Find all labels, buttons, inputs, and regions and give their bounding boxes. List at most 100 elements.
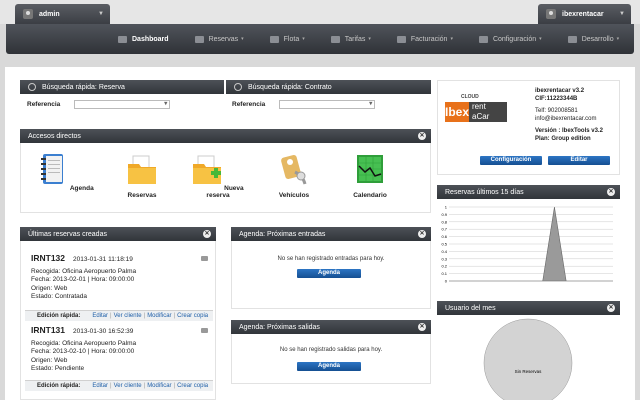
nav-label: Facturación: [410, 35, 448, 43]
reserva-fecha: Fecha: 2013-02-10 | Hora: 09:00:00: [31, 348, 135, 355]
tag-icon: [330, 35, 340, 43]
calendar-chart-icon: [357, 155, 383, 183]
usuario-mes-title: Usuario del mes: [445, 304, 496, 312]
search-contrato-label: Referencia: [232, 101, 266, 108]
reserva-fecha: Fecha: 2013-02-01 | Hora: 09:00:00: [31, 276, 135, 283]
nav-item-configuracin[interactable]: Configuración ▾: [478, 35, 542, 43]
agenda-salidas-button[interactable]: Agenda: [297, 362, 361, 371]
user-name: admin: [39, 10, 60, 18]
reserva-code: IRNT131: [31, 325, 66, 335]
car-fleet-icon: [269, 35, 279, 43]
link-editar[interactable]: Editar: [92, 313, 108, 319]
salidas-title: Agenda: Próximas salidas: [239, 323, 320, 331]
logo-rent-text: rent: [472, 102, 486, 111]
y-tick-label: 0.5: [441, 242, 447, 247]
quick-edit-label: Edición rápida:: [37, 313, 81, 319]
close-icon[interactable]: ✕: [607, 304, 615, 312]
nav-item-tarifas[interactable]: Tarifas ▾: [330, 35, 371, 43]
nav-label: Reservas: [208, 35, 239, 43]
shortcut-reservas[interactable]: Reservas: [112, 152, 172, 199]
comment-icon[interactable]: [201, 256, 208, 261]
nav-label: Configuración: [492, 35, 537, 43]
reservas-chart-title: Reservas últimos 15 días: [445, 188, 524, 196]
close-icon[interactable]: ✕: [418, 323, 426, 331]
reserva-item[interactable]: IRNT131 2013-01-30 16:52:39 Recogida: Ofi…: [31, 326, 211, 374]
accesos-header: Accesos directos ✕: [20, 129, 431, 143]
reserva-origen: Origen: Web: [31, 284, 68, 292]
chevron-down-icon: ▾: [539, 36, 542, 42]
reservas-chart-header: Reservas últimos 15 días ✕: [437, 185, 620, 199]
reserva-estado: Estado: Contratada: [31, 293, 88, 300]
main-navbar: Dashboard Reservas ▾ Flota ▾ Tarifas ▾ Facturac…: [6, 24, 634, 54]
reserva-recogida: Recogida: Oficina Aeropuerto Palma: [31, 267, 137, 275]
chevron-down-icon: ▾: [616, 36, 620, 42]
reserva-recogida: Recogida: Oficina Aeropuerto Palma: [31, 339, 137, 347]
logo-cloud-text: CLOUD: [461, 94, 479, 100]
salidas-body: [231, 334, 431, 384]
company-menu[interactable]: ibexrentacar ▼: [538, 4, 631, 24]
nav-item-reservas[interactable]: Reservas ▾: [194, 35, 244, 43]
y-tick-label: 0.1: [441, 271, 447, 276]
shortcut-calendario[interactable]: Calendario: [340, 152, 400, 199]
nav-item-facturacin[interactable]: Facturación ▾: [396, 35, 453, 43]
usuario-mes-pie-chart: Sin Reservas: [483, 318, 573, 400]
link-modificar[interactable]: Modificar: [147, 383, 171, 389]
reserva-origen: Origen: Web: [31, 356, 68, 364]
search-contrato-title: Búsqueda rápida: Contrato: [248, 83, 332, 91]
y-tick-label: 0.9: [441, 212, 447, 217]
search-reserva-select[interactable]: [74, 100, 171, 109]
link-ver-cliente[interactable]: Ver cliente: [114, 383, 142, 389]
code-icon: [567, 35, 577, 43]
gear-icon: [478, 35, 488, 43]
y-tick-label: 0: [445, 279, 448, 284]
accesos-title: Accesos directos: [28, 132, 81, 140]
chevron-down-icon: ▾: [241, 36, 244, 42]
search-contrato-row: Referencia: [232, 100, 376, 109]
nav-item-flota[interactable]: Flota ▾: [269, 35, 305, 43]
comment-icon[interactable]: [201, 328, 208, 333]
salidas-message: No se han registrado salidas para hoy.: [279, 347, 383, 353]
invoice-icon: [396, 35, 406, 43]
shortcut-label: Agenda: [69, 185, 94, 192]
company-tel: Telf: 902008581: [535, 108, 578, 114]
editar-button[interactable]: Editar: [548, 156, 610, 165]
company-version-line: Versión : IbexTools v3.2: [535, 128, 603, 134]
link-editar[interactable]: Editar: [92, 383, 108, 389]
shortcut-vehiculos[interactable]: Vehículos: [264, 152, 324, 199]
reserva-created: 2013-01-31 11:18:19: [73, 256, 133, 263]
pie-slice: [483, 318, 573, 400]
link-ver-cliente[interactable]: Ver cliente: [114, 313, 142, 319]
shortcut-agenda[interactable]: Agenda: [36, 152, 96, 192]
nav-item-desarrollo[interactable]: Desarrollo ▾: [567, 35, 620, 43]
chevron-down-icon: ▾: [302, 36, 305, 42]
close-icon[interactable]: ✕: [418, 230, 426, 238]
y-tick-label: 0.8: [441, 219, 447, 224]
user-menu[interactable]: admin ▼: [15, 4, 110, 24]
home-icon: [118, 35, 127, 43]
chevron-down-icon: ▾: [368, 36, 371, 42]
search-reserva-label: Referencia: [27, 101, 61, 108]
logo-rentacar: rent aCar: [469, 102, 507, 122]
reserva-created: 2013-01-30 16:52:39: [73, 328, 134, 335]
user-icon: [23, 9, 33, 19]
search-reserva-header: Búsqueda rápida: Reserva: [20, 80, 224, 94]
link-modificar[interactable]: Modificar: [147, 313, 171, 319]
search-contrato-select[interactable]: [279, 100, 376, 109]
shortcut-label: Reservas: [127, 192, 157, 199]
configuracion-button[interactable]: Configuración: [480, 156, 542, 165]
search-reserva-title: Búsqueda rápida: Reserva: [42, 83, 125, 91]
link-crear-copia[interactable]: Crear copia: [177, 313, 208, 319]
reserva-estado: Estado: Pendiente: [31, 365, 85, 372]
y-tick-label: 0.6: [441, 234, 447, 239]
company-plan: Plan: Group edition: [535, 135, 591, 142]
reserva-code: IRNT132: [31, 253, 66, 263]
y-tick-label: 0.4: [441, 249, 447, 254]
reserva-item[interactable]: IRNT132 2013-01-31 11:18:19 Recogida: Ofi…: [31, 254, 211, 302]
close-icon[interactable]: ✕: [418, 132, 426, 140]
link-crear-copia[interactable]: Crear copia: [177, 383, 208, 389]
agenda-entradas-button[interactable]: Agenda: [297, 269, 361, 278]
nav-item-dashboard[interactable]: Dashboard: [118, 35, 169, 43]
shortcut-nueva-reserva[interactable]: Nueva reserva: [188, 152, 248, 199]
close-icon[interactable]: ✕: [607, 188, 615, 196]
close-icon[interactable]: ✕: [203, 230, 211, 238]
